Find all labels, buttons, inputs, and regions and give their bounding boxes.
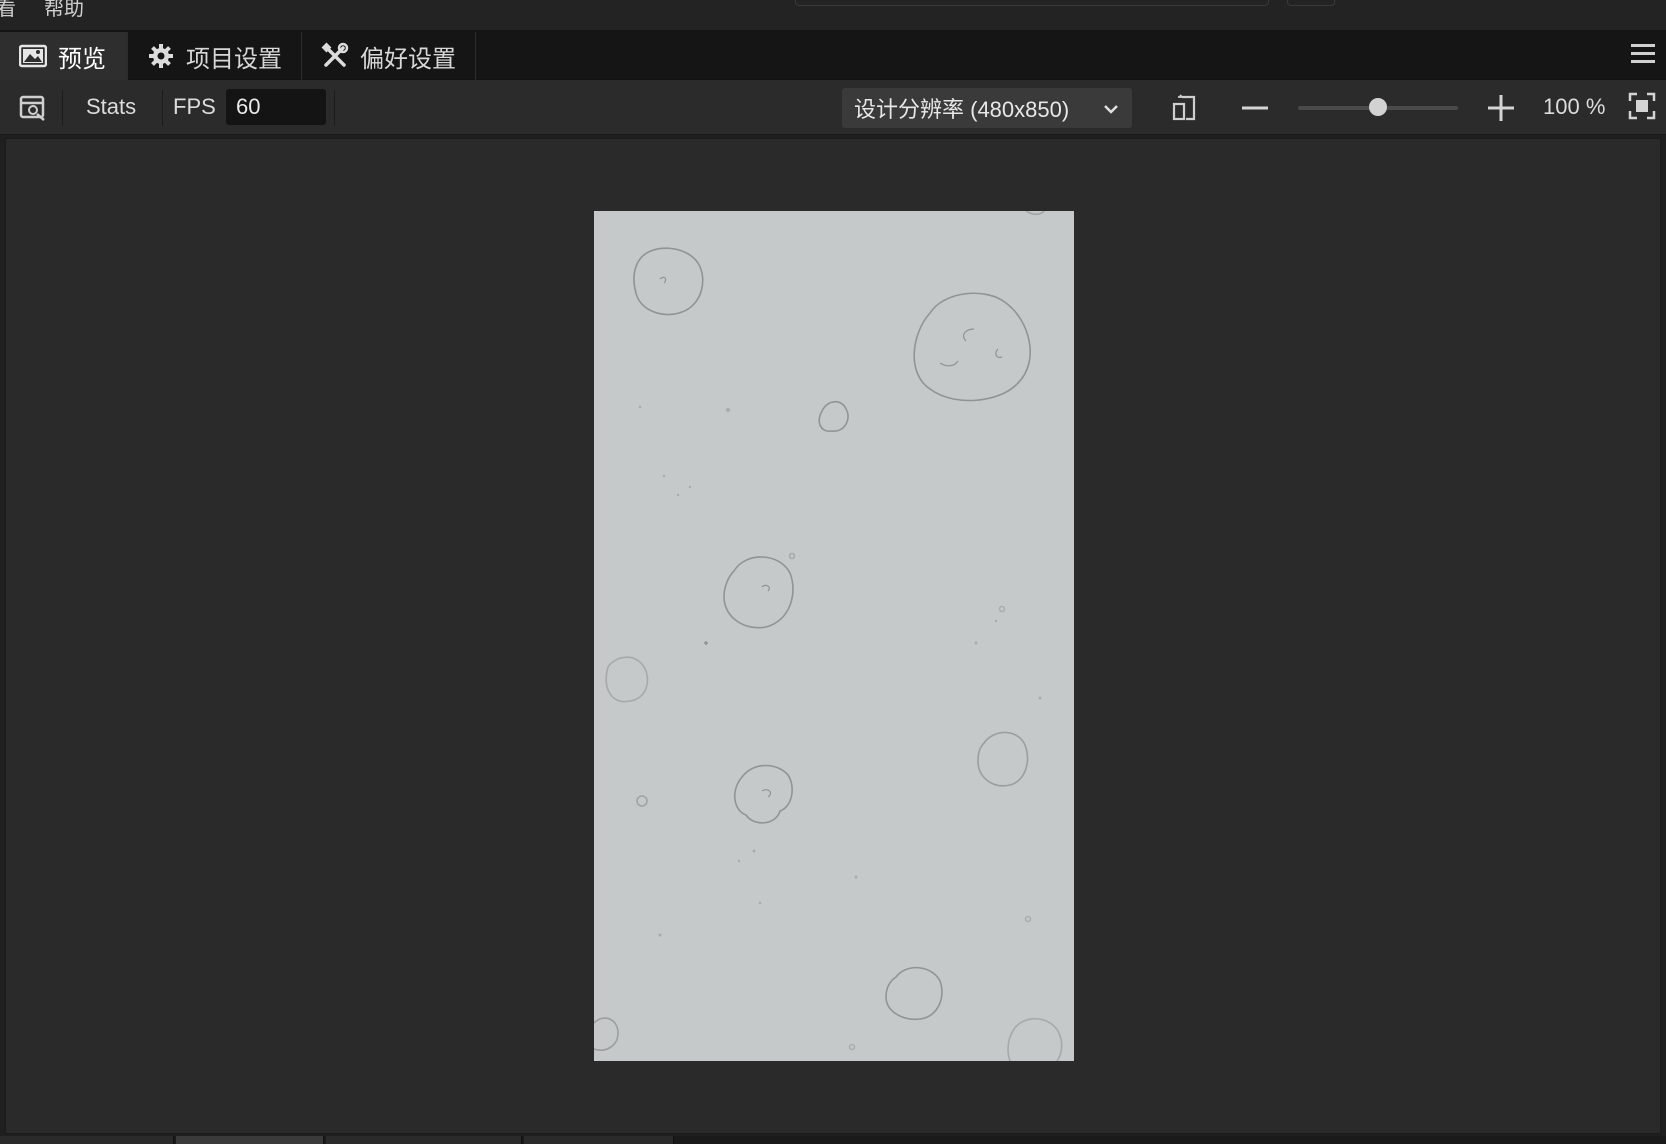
design-resolution-select[interactable]: 设计分辨率 (480x850): [842, 88, 1132, 128]
panel-tab-bar: 预览 项目设置 偏好设置: [0, 30, 1666, 80]
top-toolbar-button[interactable]: [1287, 0, 1335, 6]
menu-bar: 看 帮助: [0, 0, 1666, 30]
tab-project-settings[interactable]: 项目设置: [128, 32, 302, 80]
preview-toolbar: Stats FPS 设计分辨率 (480x850) 100 %: [0, 80, 1666, 135]
fit-screen-icon[interactable]: [1628, 92, 1656, 120]
toolbar-divider: [162, 90, 163, 126]
asteroid-field-background: [594, 211, 1063, 1061]
zoom-level: 100 %: [1543, 94, 1606, 119]
fps-input[interactable]: [226, 89, 326, 125]
tab-label: 偏好设置: [360, 45, 456, 73]
bottom-tab[interactable]: [326, 1136, 522, 1144]
bottom-status-bar: [0, 1136, 1666, 1144]
fps-label: FPS: [173, 94, 216, 119]
toolbar-divider: [62, 90, 63, 126]
tab-preview[interactable]: 预览: [0, 32, 128, 80]
preview-viewport[interactable]: [5, 138, 1661, 1134]
chevron-down-icon: [1102, 98, 1120, 124]
tab-label: 项目设置: [186, 45, 282, 73]
bottom-tab[interactable]: [0, 1136, 174, 1144]
tools-icon: [320, 41, 350, 71]
bottom-tab[interactable]: [176, 1136, 324, 1144]
tab-label: 预览: [58, 45, 106, 73]
rotate-device-icon[interactable]: [1170, 93, 1200, 123]
top-toolbar-group[interactable]: [795, 0, 1269, 6]
zoom-slider[interactable]: [1298, 98, 1458, 116]
bottom-tab[interactable]: [524, 1136, 674, 1144]
menu-item-view[interactable]: 看: [0, 0, 16, 21]
image-icon: [18, 41, 48, 71]
toolbar-divider: [334, 90, 335, 126]
hamburger-menu-icon[interactable]: [1630, 42, 1656, 66]
browser-preview-icon[interactable]: [18, 93, 48, 123]
resolution-label: 设计分辨率 (480x850): [854, 97, 1070, 122]
zoom-out-icon[interactable]: [1240, 93, 1270, 123]
menu-item-help[interactable]: 帮助: [44, 0, 84, 21]
zoom-in-icon[interactable]: [1486, 93, 1516, 123]
gear-icon: [146, 41, 176, 71]
stats-toggle[interactable]: Stats: [86, 94, 136, 120]
zoom-slider-thumb[interactable]: [1369, 98, 1387, 116]
tab-preferences[interactable]: 偏好设置: [302, 32, 476, 80]
game-canvas[interactable]: [594, 211, 1074, 1061]
